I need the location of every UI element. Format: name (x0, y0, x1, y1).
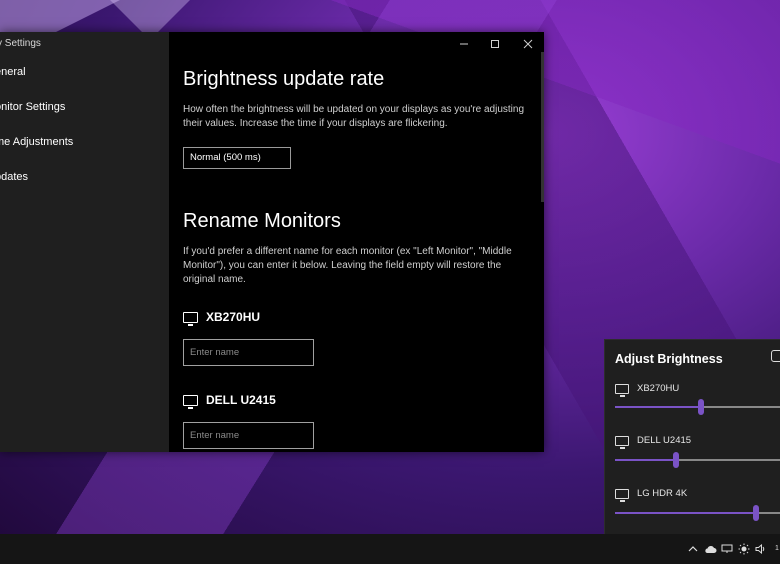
minimize-icon (460, 43, 468, 45)
flyout-monitor-name: LG HDR 4K (637, 488, 688, 499)
sidebar: y Settings eneral onitor Settings me Adj… (0, 32, 169, 452)
settings-window: y Settings eneral onitor Settings me Adj… (0, 32, 544, 452)
maximize-button[interactable] (485, 36, 505, 52)
flyout-monitor-name: XB270HU (637, 383, 680, 394)
monitor-icon (183, 394, 198, 409)
slider-fill (615, 512, 757, 514)
rename-monitors-description: If you'd prefer a different name for eac… (183, 246, 512, 285)
maximize-icon (491, 40, 499, 48)
flyout-monitor-dell-u2415: DELL U2415 (615, 435, 692, 449)
update-rate-dropdown[interactable]: Normal (500 ms) (183, 147, 291, 169)
settings-icon[interactable] (771, 350, 780, 362)
sidebar-item-time-adjustments[interactable]: me Adjustments (0, 136, 73, 148)
clock: 1 (775, 545, 779, 552)
flyout-monitor-xb270hu: XB270HU (615, 383, 680, 397)
monitor-name: XB270HU (206, 310, 261, 324)
brightness-slider-lg-hdr-4k[interactable] (615, 504, 780, 522)
brightness-flyout: Adjust Brightness XB270HU DELL U2415 LG … (604, 339, 780, 535)
slider-fill (615, 459, 677, 461)
chevron-up-icon[interactable] (686, 542, 700, 556)
monitor-icon (615, 435, 629, 449)
monitor-icon (615, 383, 629, 397)
slider-fill (615, 406, 702, 408)
slider-thumb[interactable] (673, 452, 680, 468)
sidebar-item-updates[interactable]: pdates (0, 171, 28, 183)
sidebar-item-general[interactable]: eneral (0, 66, 26, 78)
monitor-icon (183, 311, 198, 326)
brightness-slider-dell-u2415[interactable] (615, 451, 780, 469)
rename-monitors-heading: Rename Monitors (183, 210, 341, 232)
slider-thumb[interactable] (698, 399, 705, 415)
brightness-slider-xb270hu[interactable] (615, 398, 780, 416)
flyout-monitor-name: DELL U2415 (637, 435, 692, 446)
brightness-rate-description: How often the brightness will be updated… (183, 104, 525, 129)
taskbar: 1 (0, 534, 780, 564)
settings-content: Brightness update rate How often the bri… (169, 32, 544, 452)
brightness-icon[interactable] (737, 542, 751, 556)
sidebar-item-monitor-settings[interactable]: onitor Settings (0, 101, 65, 113)
close-button[interactable] (518, 36, 538, 52)
volume-icon[interactable] (754, 542, 768, 556)
slider-thumb[interactable] (753, 505, 760, 521)
flyout-title: Adjust Brightness (615, 352, 723, 366)
brightness-rate-heading: Brightness update rate (183, 68, 385, 90)
cloud-icon[interactable] (703, 542, 717, 556)
flyout-monitor-lg-hdr-4k: LG HDR 4K (615, 488, 688, 502)
monitor-name-input-xb270hu[interactable] (183, 339, 314, 366)
monitor-name: DELL U2415 (206, 393, 276, 407)
monitor-name-input-dell-u2415[interactable] (183, 422, 314, 449)
close-icon (523, 39, 533, 49)
scrollbar[interactable] (541, 52, 544, 202)
monitor-icon (615, 488, 629, 502)
monitor-label-dell-u2415: DELL U2415 (183, 393, 276, 409)
window-title: y Settings (0, 38, 41, 49)
display-icon[interactable] (720, 542, 734, 556)
monitor-label-xb270hu: XB270HU (183, 310, 261, 326)
minimize-button[interactable] (454, 36, 474, 52)
